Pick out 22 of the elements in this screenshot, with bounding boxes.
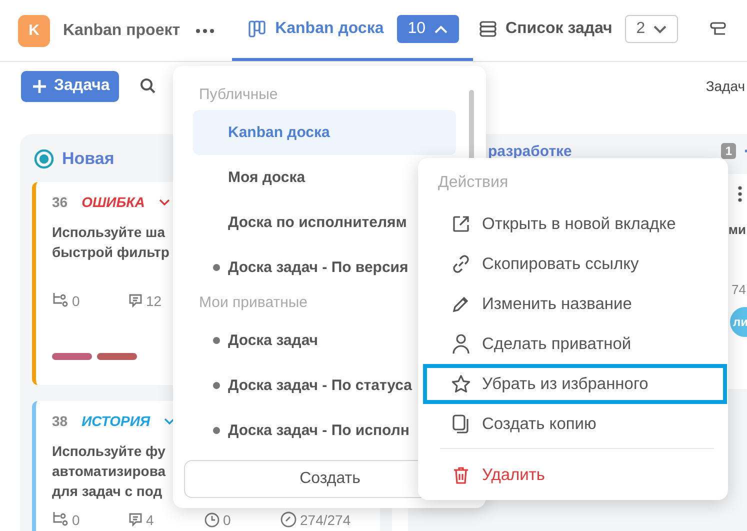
section-title: Публичные [199,86,278,105]
comment-count: 4 [146,512,154,528]
column-title: разработке [488,142,572,160]
tab-label: Kanban доска [275,20,384,38]
subtask-count: 0 [72,512,80,528]
menu-title: Действия [437,174,510,193]
column-title: Новая [62,149,114,169]
column-count: 1 [721,143,736,159]
comment-count: 12 [146,292,162,308]
task-title: Используйте ша быстрой фильтр [52,223,170,262]
project-avatar: K [18,14,50,46]
assignee-avatar: ли [730,307,747,337]
tab-label: Список задач [506,20,612,38]
section-title: Мои приватные [199,294,308,313]
subtask-count: 0 [72,292,80,308]
task-number: 36 [52,194,68,210]
task-title: Используйте фу автоматизирова для задач с под [52,442,167,501]
task-title: ми [728,222,746,237]
estimate: 274/274 [300,512,351,528]
task-number: 38 [52,413,68,429]
time-spent: 0 [223,512,231,528]
estimate: 74 [732,282,746,297]
